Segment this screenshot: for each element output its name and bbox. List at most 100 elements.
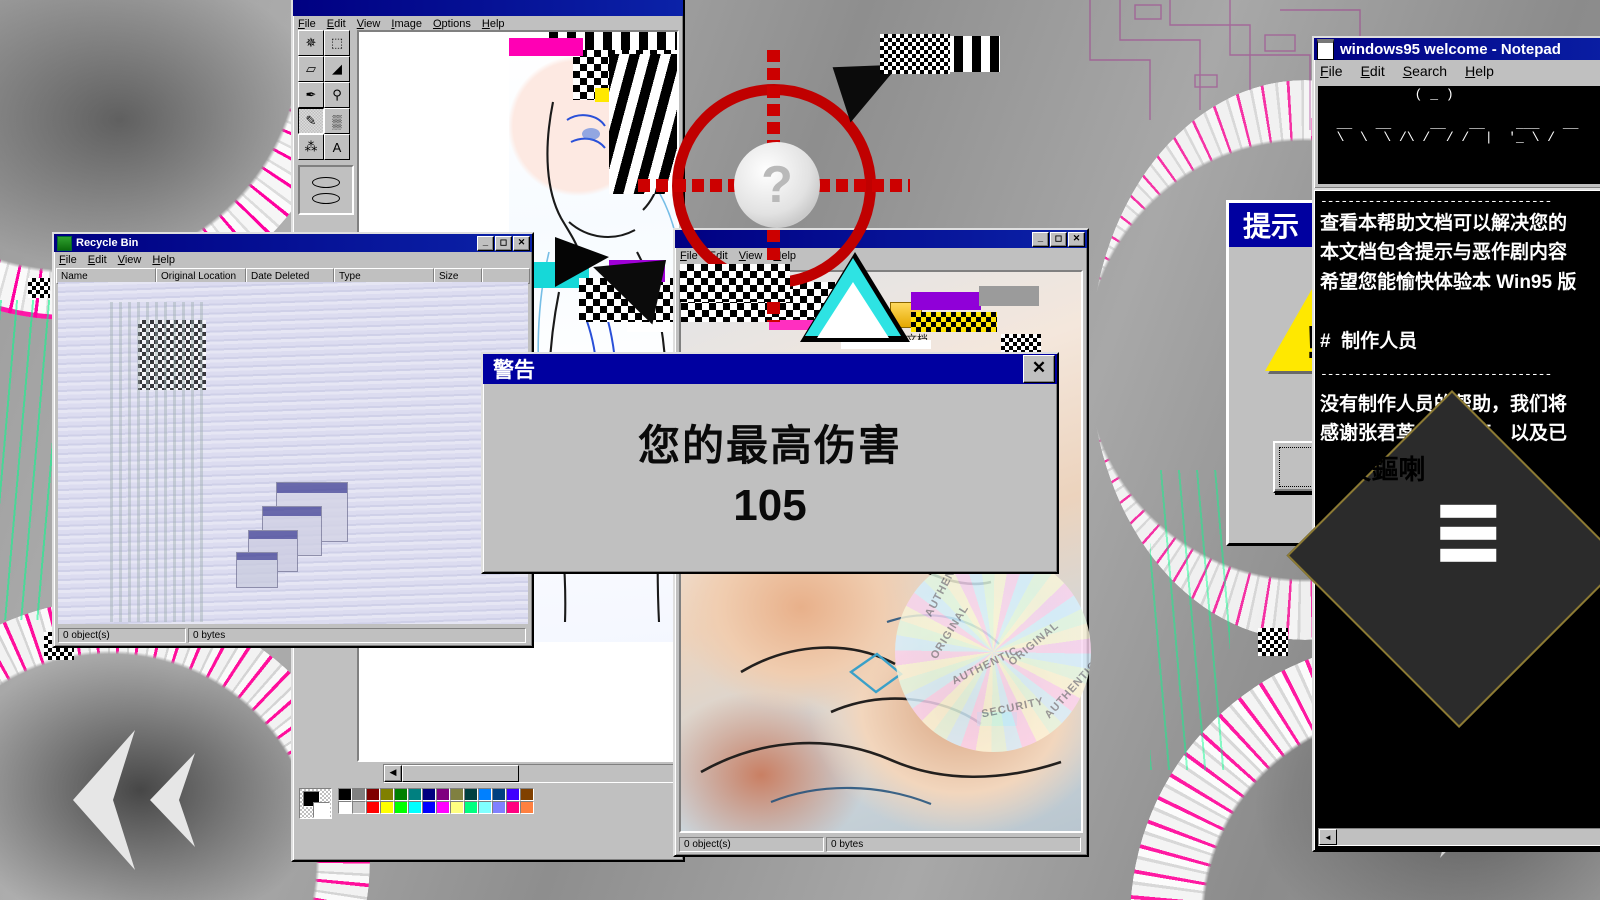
palette-swatch-r2-c6[interactable] (408, 801, 422, 814)
recycle-menubar[interactable]: File Edit View Help (54, 252, 532, 267)
paint-hscrollbar[interactable]: ◀ (383, 764, 675, 783)
paint-toolbox[interactable]: ✵ ⬚ ▱ ◢ ✒ ⚲ ✎ ▒ ⁂ A (298, 30, 354, 260)
close-button[interactable]: ✕ (513, 235, 530, 251)
paint-tool-text-tool[interactable]: A (324, 134, 350, 160)
cyan-triangle-inner (817, 282, 889, 338)
paint-tool-options (298, 165, 354, 215)
palette-swatch-r1-c6[interactable] (408, 788, 422, 801)
close-button[interactable]: ✕ (1023, 355, 1055, 383)
paint-tool-magnifier[interactable]: ⚲ (324, 82, 350, 108)
paint-tool-free-form-select[interactable]: ✵ (298, 30, 324, 56)
warning-title: 警告 (493, 359, 535, 382)
notepad-icon (1317, 38, 1334, 60)
palette-swatch-r1-c13[interactable] (506, 788, 520, 801)
notepad-menu-help[interactable]: Help (1465, 63, 1494, 79)
paint-tool-airbrush[interactable]: ⁂ (298, 134, 324, 160)
help-line-3: 希望您能愉快体验本 Win95 版 (1320, 271, 1577, 293)
maximize-button[interactable]: ◻ (1050, 231, 1067, 247)
palette-swatch-r1-c14[interactable] (520, 788, 534, 801)
help-question-icon: ? (734, 142, 820, 228)
warning-dialog[interactable]: 警告 ✕ 您的最高伤害 105 (481, 352, 1059, 574)
palette-swatch-r2-c13[interactable] (506, 801, 520, 814)
paint-menu-options[interactable]: Options (433, 18, 471, 30)
maximize-button[interactable]: ◻ (495, 235, 512, 251)
paint-menu-edit[interactable]: Edit (327, 18, 346, 30)
notepad-menu-file[interactable]: File (1320, 63, 1343, 79)
recycle-menu-help[interactable]: Help (152, 254, 175, 266)
help-line-2: 本文档包含提示与恶作剧内容 (1320, 242, 1568, 264)
paint-tool-eraser[interactable]: ▱ (298, 56, 324, 82)
palette-swatch-r2-c5[interactable] (394, 801, 408, 814)
glitch-slant-1 (609, 54, 677, 194)
recycle-menu-view[interactable]: View (118, 254, 142, 266)
paint-menu-help[interactable]: Help (482, 18, 505, 30)
palette-swatch-r1-c2[interactable] (352, 788, 366, 801)
palette-swatch-r1-c3[interactable] (366, 788, 380, 801)
warning-titlebar[interactable]: 警告 ✕ (483, 354, 1057, 384)
paint-tool-rectangle-select[interactable]: ⬚ (324, 30, 350, 56)
help-horizontal-scrollbar[interactable]: ◄ (1318, 828, 1600, 846)
double-chevron-left[interactable] (55, 725, 225, 875)
foreground-background-swatch[interactable] (299, 788, 332, 819)
palette-swatch-r1-c10[interactable] (464, 788, 478, 801)
recycle-title: Recycle Bin (76, 237, 139, 249)
palette-swatch-r2-c11[interactable] (478, 801, 492, 814)
paint-palette[interactable] (299, 788, 666, 819)
palette-swatch-r2-c9[interactable] (450, 801, 464, 814)
palette-swatch-r2-c4[interactable] (380, 801, 394, 814)
palette-swatch-r1-c11[interactable] (478, 788, 492, 801)
explorer-statusbar: 0 object(s) 0 bytes (679, 837, 1083, 852)
deco-checker-midleft (28, 278, 50, 298)
scroll-left-arrow[interactable]: ◄ (1319, 829, 1337, 845)
notepad-menubar[interactable]: File Edit Search Help (1314, 60, 1600, 82)
minimize-button[interactable]: _ (477, 235, 494, 251)
minimize-button[interactable]: _ (1032, 231, 1049, 247)
palette-swatch-r2-c10[interactable] (464, 801, 478, 814)
palette-row-2[interactable] (338, 801, 666, 814)
palette-swatch-r2-c7[interactable] (422, 801, 436, 814)
paint-menubar[interactable]: File Edit View Image Options Help (293, 16, 683, 31)
paint-tool-pencil[interactable]: ✎ (298, 108, 324, 134)
palette-row-1[interactable] (338, 788, 666, 801)
paint-tool-color-picker[interactable]: ✒ (298, 82, 324, 108)
scroll-left-arrow[interactable]: ◀ (384, 765, 402, 782)
paint-titlebar[interactable] (293, 0, 683, 16)
palette-swatch-r1-c5[interactable] (394, 788, 408, 801)
notepad-window[interactable]: windows95 welcome - Notepad File Edit Sear… (1312, 36, 1600, 190)
paint-menu-view[interactable]: View (357, 18, 381, 30)
palette-swatch-r2-c3[interactable] (366, 801, 380, 814)
palette-swatch-r1-c12[interactable] (492, 788, 506, 801)
notepad-text-area[interactable]: ( _ ) __ __ __ __ ___ __ \ \ \ /\ / / / … (1318, 86, 1600, 184)
notepad-titlebar[interactable]: windows95 welcome - Notepad (1314, 38, 1600, 60)
palette-swatch-r2-c1[interactable] (338, 801, 352, 814)
paint-tool-brush[interactable]: ▒ (324, 108, 350, 134)
palette-swatch-r2-c2[interactable] (352, 801, 366, 814)
palette-swatch-r1-c9[interactable] (450, 788, 464, 801)
paint-menu-image[interactable]: Image (391, 18, 422, 30)
recycle-menu-edit[interactable]: Edit (88, 254, 107, 266)
warning-message: 您的最高伤害 (637, 422, 902, 469)
recycle-bin-window[interactable]: Recycle Bin _ ◻ ✕ File Edit View Help Name O… (52, 232, 534, 648)
scroll-thumb[interactable] (402, 765, 519, 782)
recycle-menu-file[interactable]: File (59, 254, 77, 266)
hamburger-menu-icon[interactable] (1440, 504, 1497, 571)
palette-swatch-r2-c12[interactable] (492, 801, 506, 814)
recycle-bin-icon (57, 235, 72, 251)
recycle-list-area[interactable]: Done (58, 282, 528, 624)
recycle-titlebar[interactable]: Recycle Bin _ ◻ ✕ (54, 234, 532, 252)
paint-tool-fill-bucket[interactable]: ◢ (324, 56, 350, 82)
palette-swatch-r1-c8[interactable] (436, 788, 450, 801)
close-button[interactable]: ✕ (1068, 231, 1085, 247)
palette-swatch-r1-c4[interactable] (380, 788, 394, 801)
deco-checker-bottomright (1258, 628, 1288, 656)
notepad-menu-search[interactable]: Search (1403, 63, 1447, 79)
palette-swatch-r1-c7[interactable] (422, 788, 436, 801)
explorer-byte-size: 0 bytes (826, 837, 1081, 852)
glitch-stripe-recycle (110, 302, 206, 622)
palette-swatch-r1-c1[interactable] (338, 788, 352, 801)
palette-swatch-r2-c8[interactable] (436, 801, 450, 814)
palette-swatch-r2-c14[interactable] (520, 801, 534, 814)
paint-menu-file[interactable]: File (298, 18, 316, 30)
glitch-magenta-1 (509, 38, 583, 56)
notepad-menu-edit[interactable]: Edit (1361, 63, 1385, 79)
